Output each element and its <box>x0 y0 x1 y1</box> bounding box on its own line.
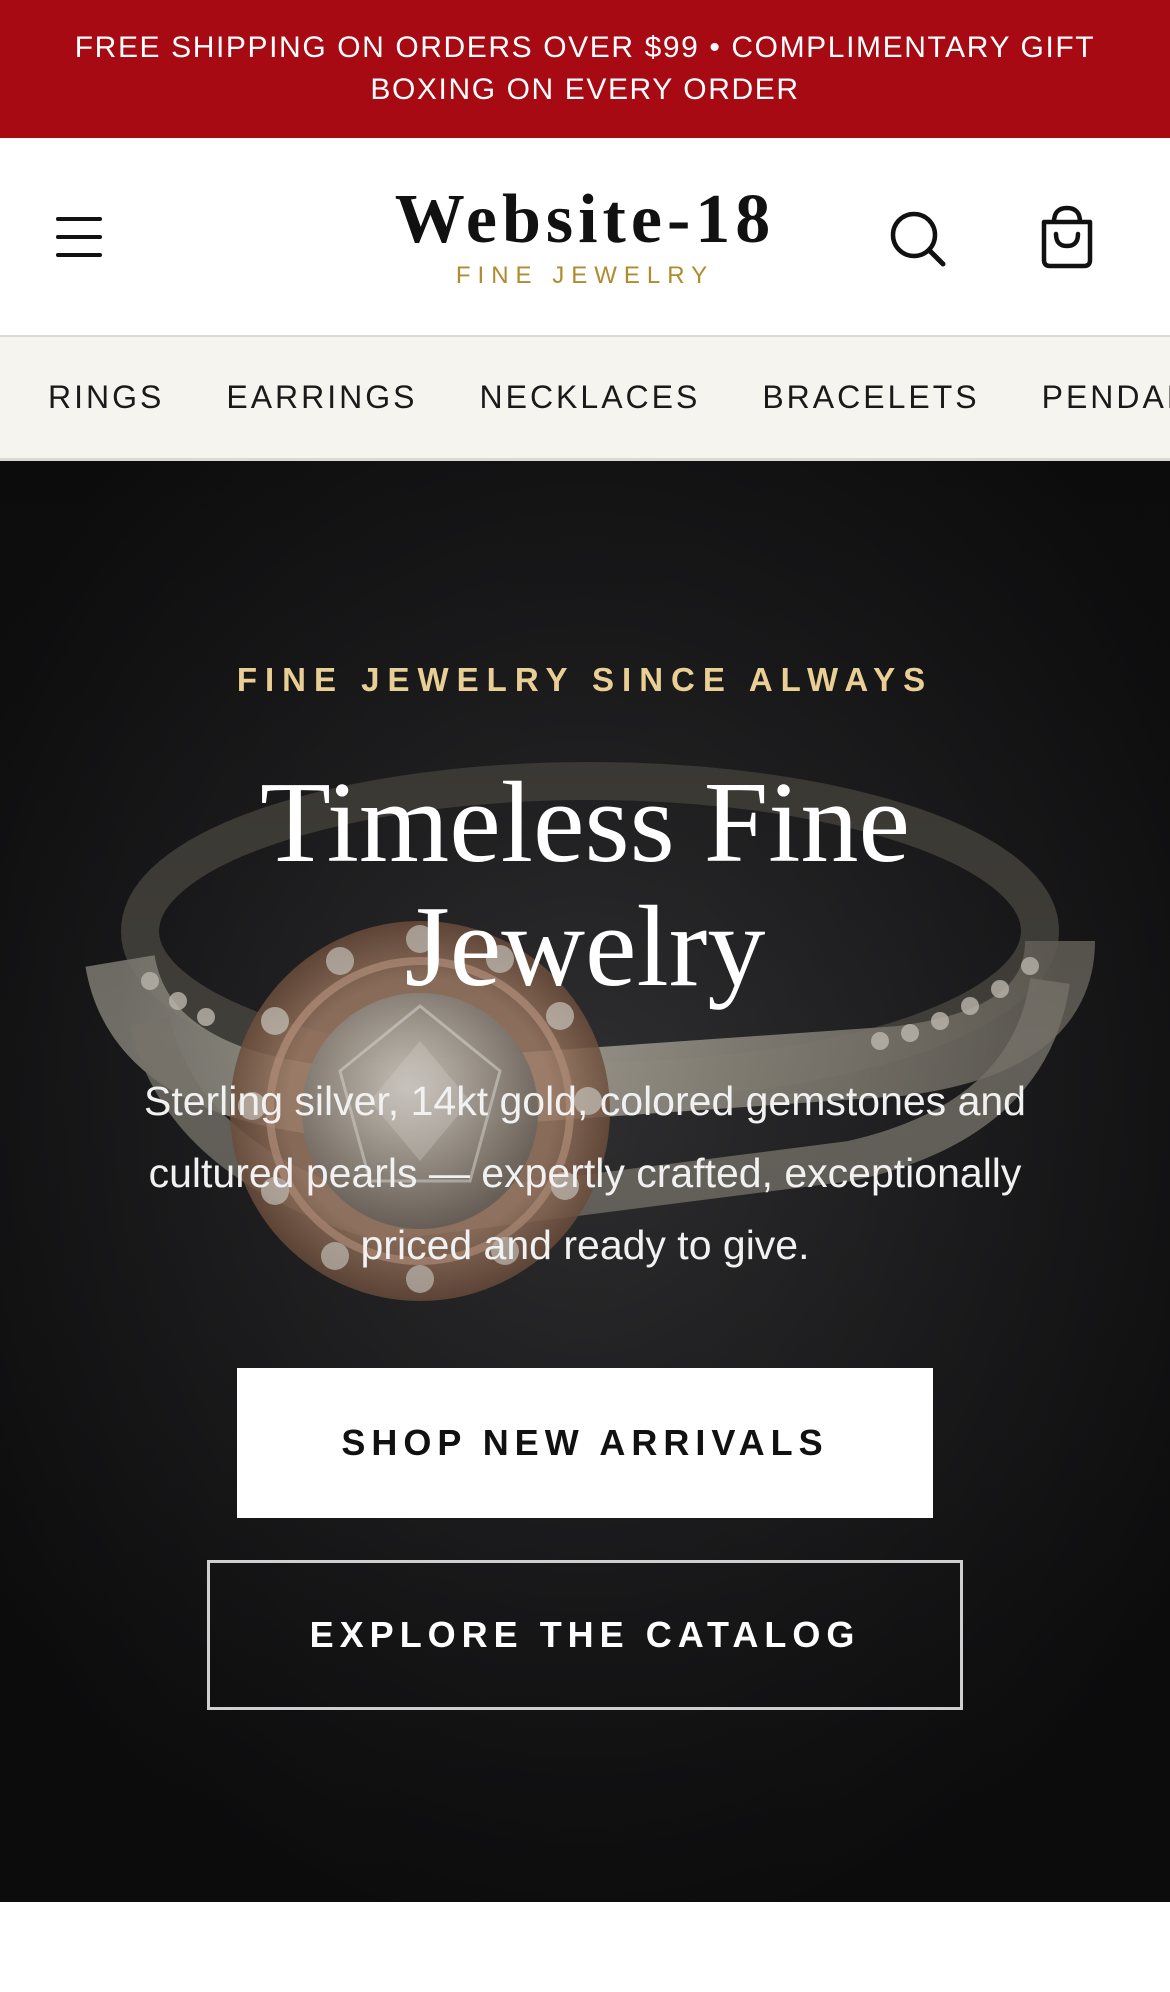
menu-icon-line <box>56 253 102 257</box>
shopping-bag-icon <box>1041 205 1093 269</box>
nav-item-rings[interactable]: RINGS <box>48 379 164 416</box>
brand-name: Website-18 <box>394 181 776 258</box>
nav-item-bracelets[interactable]: BRACELETS <box>762 379 979 416</box>
search-button[interactable] <box>888 208 950 270</box>
hero-title: Timeless Fine Jewelry <box>260 759 910 1011</box>
site-logo[interactable]: Website-18 FINE JEWELRY <box>335 180 835 290</box>
menu-icon-line <box>56 235 102 239</box>
brand-tagline: FINE JEWELRY <box>455 262 715 289</box>
explore-catalog-button[interactable]: EXPLORE THE CATALOG <box>207 1560 963 1710</box>
nav-item-necklaces[interactable]: NECKLACES <box>479 379 700 416</box>
category-nav: RINGS EARRINGS NECKLACES BRACELETS PENDA… <box>0 337 1170 461</box>
menu-button[interactable] <box>48 208 110 266</box>
shop-new-arrivals-button[interactable]: SHOP NEW ARRIVALS <box>237 1368 933 1518</box>
announcement-text: FREE SHIPPING ON ORDERS OVER $99 • COMPL… <box>74 31 1096 106</box>
hero-banner: FINE JEWELRY SINCE ALWAYS Timeless Fine … <box>0 461 1170 1902</box>
cart-button[interactable] <box>1036 204 1098 270</box>
menu-icon <box>56 217 102 221</box>
hero-eyebrow: FINE JEWELRY SINCE ALWAYS <box>236 661 934 698</box>
site-header: Website-18 FINE JEWELRY <box>0 138 1170 337</box>
search-icon <box>890 211 946 267</box>
hero-description: Sterling silver, 14kt gold, colored gems… <box>143 1078 1026 1268</box>
hero-content: FINE JEWELRY SINCE ALWAYS Timeless Fine … <box>0 461 1170 1902</box>
nav-item-pendants[interactable]: PENDANTS <box>1042 379 1170 416</box>
nav-item-earrings[interactable]: EARRINGS <box>226 379 417 416</box>
announcement-bar: FREE SHIPPING ON ORDERS OVER $99 • COMPL… <box>0 0 1170 138</box>
